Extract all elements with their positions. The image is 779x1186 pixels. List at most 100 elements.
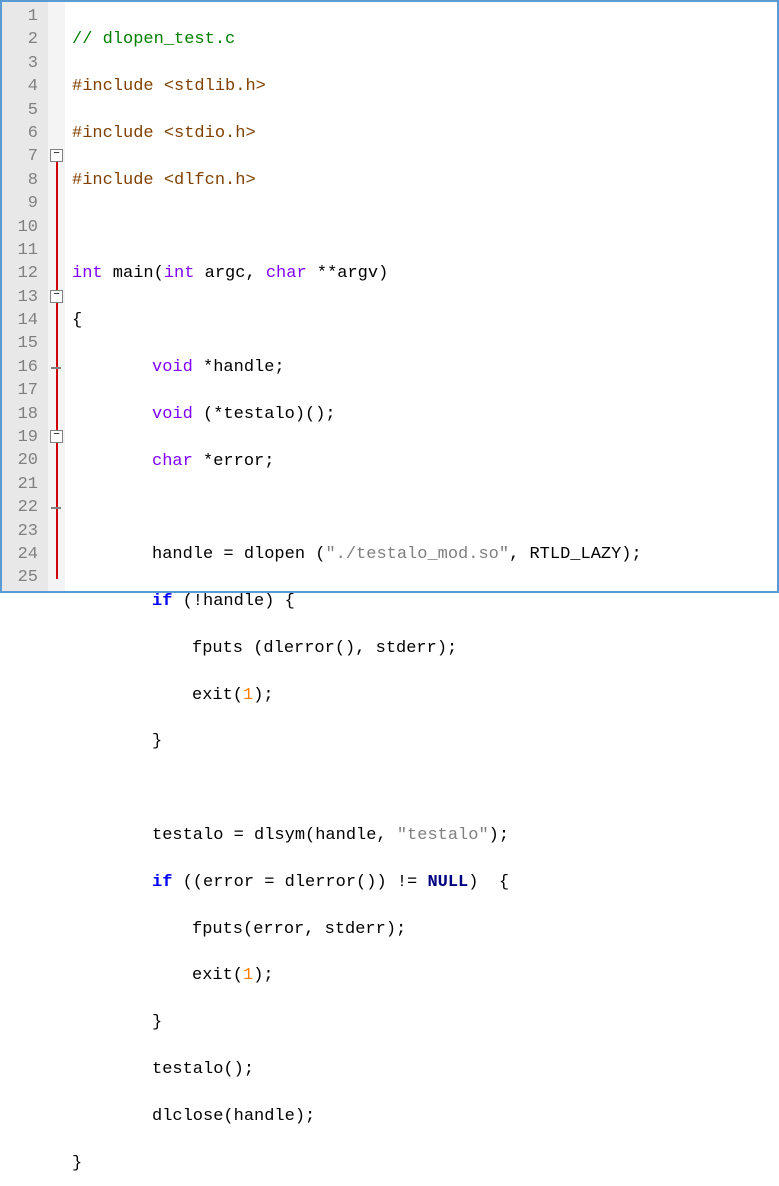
line-number: 1 [8, 5, 38, 28]
line-number: 3 [8, 52, 38, 75]
code-line: exit(1); [72, 964, 777, 987]
type-kw: int [164, 264, 195, 283]
fold-column: − − − [48, 2, 66, 591]
code-text: ) { [468, 873, 509, 892]
code-line: void *handle; [72, 356, 777, 379]
header: <dlfcn.h> [164, 171, 256, 190]
line-number: 22 [8, 496, 38, 519]
line-number: 19 [8, 426, 38, 449]
header: <stdio.h> [164, 124, 256, 143]
fold-end-marker [51, 367, 61, 369]
fold-toggle[interactable]: − [50, 290, 63, 303]
code-text: testalo(); [152, 1060, 254, 1079]
code-text: ); [489, 826, 509, 845]
line-number: 15 [8, 332, 38, 355]
string-literal: "testalo" [397, 826, 489, 845]
code-text: fputs (dlerror(), stderr); [192, 639, 457, 658]
code-line: // dlopen_test.c [72, 28, 777, 51]
code-line: } [72, 1011, 777, 1034]
code-text: exit( [192, 966, 243, 985]
line-number-gutter: 1 2 3 4 5 6 7 8 9 10 11 12 13 14 15 16 1… [2, 2, 48, 591]
fold-toggle[interactable]: − [50, 430, 63, 443]
code-line [72, 777, 777, 800]
comment: // dlopen_test.c [72, 30, 235, 49]
brace: } [72, 1154, 82, 1173]
line-number: 7 [8, 145, 38, 168]
code-editor: 1 2 3 4 5 6 7 8 9 10 11 12 13 14 15 16 1… [2, 2, 777, 591]
line-number: 9 [8, 192, 38, 215]
line-number: 5 [8, 99, 38, 122]
code-area[interactable]: // dlopen_test.c #include <stdlib.h> #in… [66, 2, 777, 591]
line-number: 13 [8, 286, 38, 309]
line-number: 18 [8, 403, 38, 426]
code-text: dlclose(handle); [152, 1107, 315, 1126]
code-text: exit( [192, 686, 243, 705]
line-number: 14 [8, 309, 38, 332]
code-text: , RTLD_LAZY); [509, 545, 642, 564]
code-line: handle = dlopen ("./testalo_mod.so", RTL… [72, 543, 777, 566]
code-line: #include <dlfcn.h> [72, 169, 777, 192]
code-text: (!handle) { [172, 592, 294, 611]
code-text: (*testalo)(); [193, 405, 336, 424]
brace: } [152, 732, 162, 751]
keyword: if [152, 873, 172, 892]
preprocessor: #include [72, 77, 164, 96]
number: 1 [243, 686, 253, 705]
code-line: char *error; [72, 450, 777, 473]
line-number: 6 [8, 122, 38, 145]
code-line [72, 496, 777, 519]
code-line: fputs (dlerror(), stderr); [72, 637, 777, 660]
line-number: 25 [8, 566, 38, 589]
type-kw: int [72, 264, 103, 283]
type-kw: void [152, 405, 193, 424]
code-line [72, 216, 777, 239]
type-kw: char [266, 264, 307, 283]
fold-toggle[interactable]: − [50, 149, 63, 162]
code-line: testalo = dlsym(handle, "testalo"); [72, 824, 777, 847]
constant: NULL [427, 873, 468, 892]
header: <stdlib.h> [164, 77, 266, 96]
line-number: 12 [8, 262, 38, 285]
code-line: { [72, 309, 777, 332]
code-text: *handle; [193, 358, 285, 377]
line-number: 17 [8, 379, 38, 402]
code-line: int main(int argc, char **argv) [72, 262, 777, 285]
code-text: argc, [194, 264, 265, 283]
code-line: #include <stdio.h> [72, 122, 777, 145]
code-text: ((error = dlerror()) != [172, 873, 427, 892]
code-line: dlclose(handle); [72, 1105, 777, 1128]
type-kw: char [152, 452, 193, 471]
type-kw: void [152, 358, 193, 377]
fold-bracket-line [56, 151, 58, 578]
line-number: 23 [8, 520, 38, 543]
preprocessor: #include [72, 124, 164, 143]
line-number: 4 [8, 75, 38, 98]
preprocessor: #include [72, 171, 164, 190]
code-text: main( [103, 264, 164, 283]
code-line: fputs(error, stderr); [72, 918, 777, 941]
code-text: handle = dlopen ( [152, 545, 325, 564]
code-text: testalo = dlsym(handle, [152, 826, 397, 845]
string-literal: "./testalo_mod.so" [325, 545, 509, 564]
line-number: 20 [8, 449, 38, 472]
brace: { [72, 311, 82, 330]
code-line: void (*testalo)(); [72, 403, 777, 426]
code-line: #include <stdlib.h> [72, 75, 777, 98]
code-text: **argv) [307, 264, 389, 283]
code-line: if ((error = dlerror()) != NULL) { [72, 871, 777, 894]
code-line: } [72, 730, 777, 753]
line-number: 2 [8, 28, 38, 51]
code-text: *error; [193, 452, 275, 471]
line-number: 8 [8, 169, 38, 192]
brace: } [152, 1013, 162, 1032]
keyword: if [152, 592, 172, 611]
code-line: exit(1); [72, 684, 777, 707]
code-text: ); [253, 686, 273, 705]
fold-end-marker [51, 507, 61, 509]
code-line: testalo(); [72, 1058, 777, 1081]
line-number: 11 [8, 239, 38, 262]
line-number: 21 [8, 473, 38, 496]
code-text: ); [253, 966, 273, 985]
line-number: 24 [8, 543, 38, 566]
number: 1 [243, 966, 253, 985]
